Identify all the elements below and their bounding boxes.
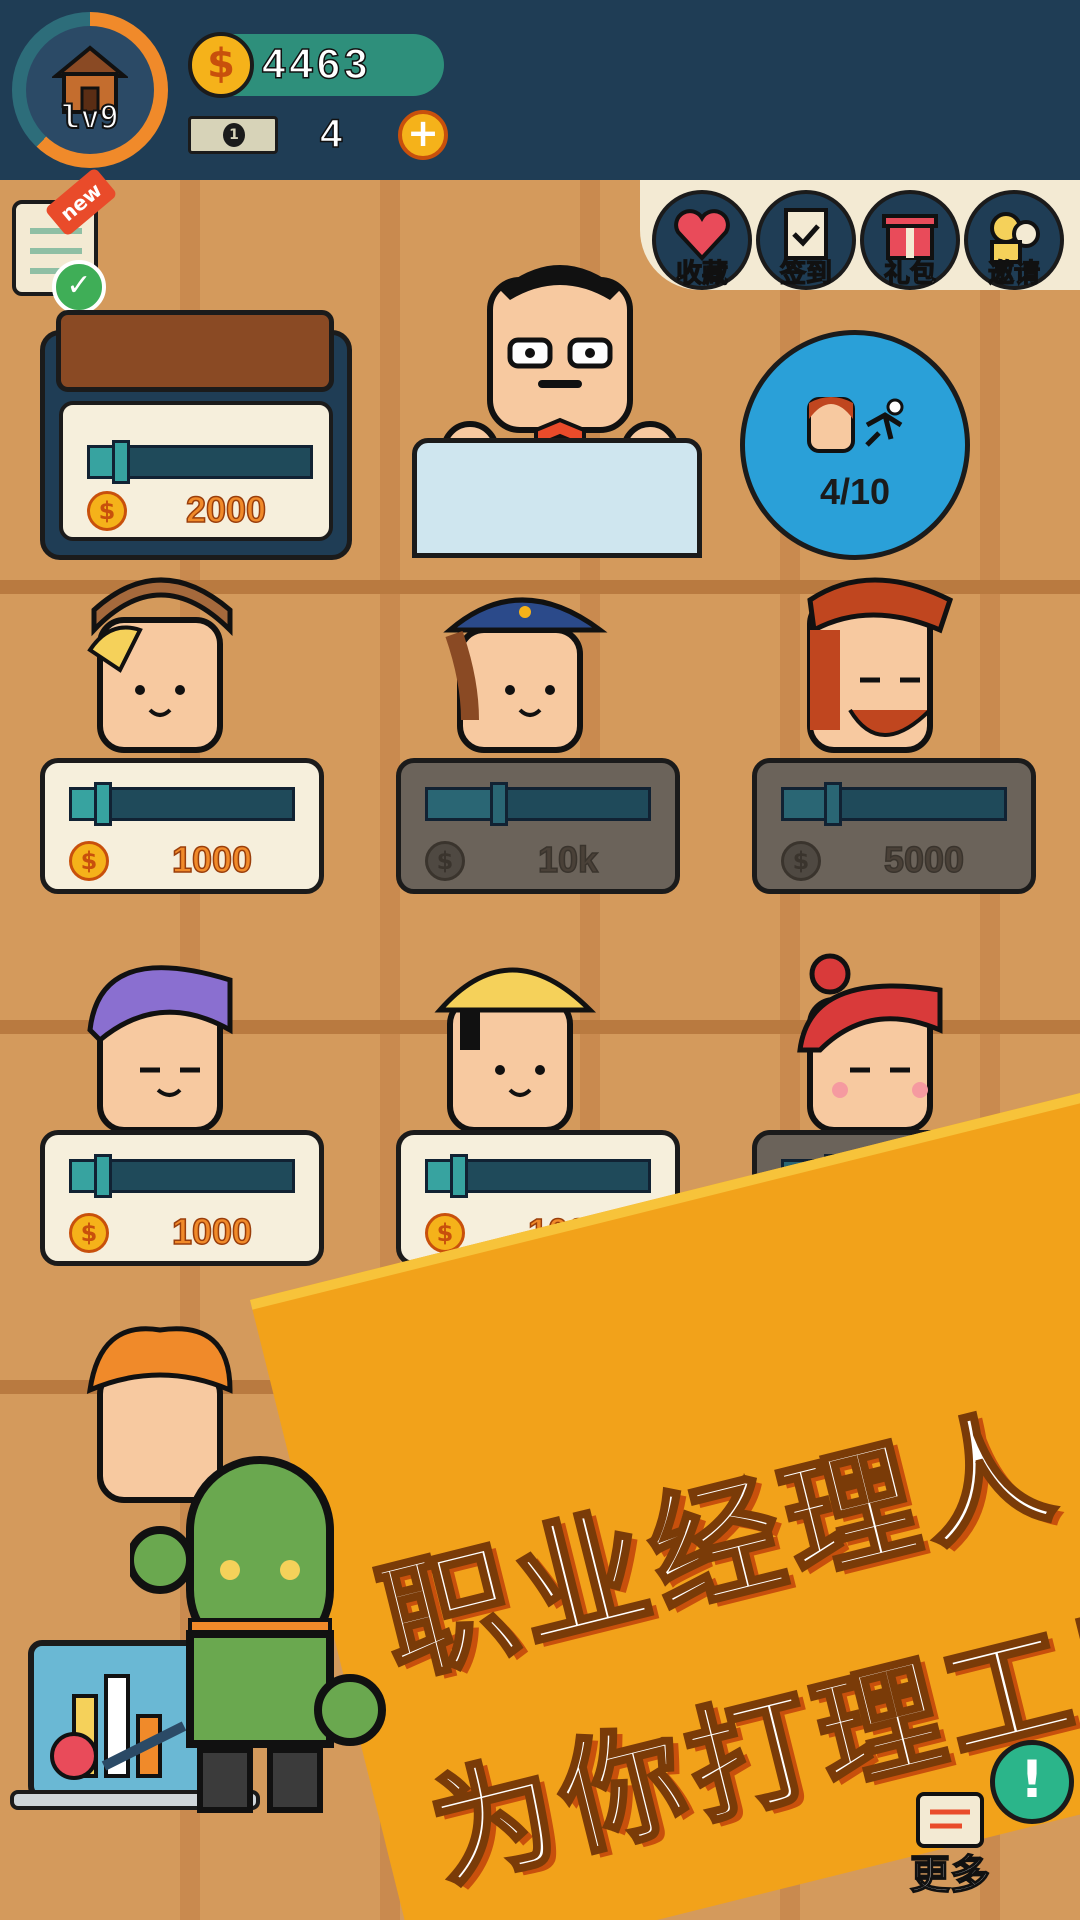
nav-label: 礼包 (883, 258, 936, 289)
progress-knob (823, 782, 842, 826)
progress-fill (428, 790, 494, 818)
level-label: lv9 (60, 97, 120, 137)
red-hair-character (797, 953, 943, 1133)
worker-progress-bar (69, 1154, 295, 1198)
coin-value: 4463 (261, 39, 372, 88)
worker-card-purple-hair[interactable]: $ 1000 (40, 1130, 324, 1266)
coin-icon: $ (188, 32, 254, 98)
police-character (443, 597, 608, 753)
progress-knob (489, 782, 508, 826)
bearded-character (807, 577, 954, 753)
chest-lid (56, 310, 334, 392)
purple-hair-character (87, 965, 233, 1133)
more-button[interactable]: 更多 (900, 1790, 1000, 1900)
coin-icon: $ (87, 491, 127, 531)
checkin-button[interactable]: 签到 (756, 190, 856, 290)
worker-progress-bar (69, 782, 295, 826)
nav-label: 签到 (779, 258, 832, 289)
boss-desk[interactable] (412, 438, 702, 558)
robot-manager-character (130, 1456, 386, 1813)
nav-label: 邀请 (987, 258, 1040, 289)
gift-button[interactable]: 礼包 (860, 190, 960, 290)
builder-character (434, 967, 597, 1133)
more-label: 更多 (909, 1851, 991, 1899)
coin-icon: $ (781, 841, 821, 881)
chest-progress-bar (87, 440, 313, 484)
add-cash-button[interactable]: + (398, 110, 448, 160)
top-header: lv9 $ 4463 1 4 + (0, 0, 1080, 180)
worker-progress-bar (781, 782, 1007, 826)
check-icon: ✓ (52, 260, 106, 314)
coin-icon: $ (69, 841, 109, 881)
bubble-progress-text: 4/10 (819, 471, 891, 512)
coin-icon: $ (69, 1213, 109, 1253)
alert-button[interactable]: ! (990, 1740, 1074, 1824)
cash-bill-symbol: 1 (223, 123, 245, 147)
level-badge: lv9 (26, 26, 154, 154)
progress-fill (784, 790, 828, 818)
worker-progress-bar (425, 782, 651, 826)
worker-card-detective[interactable]: $ 1000 (40, 758, 324, 894)
chest-panel: $ 2000 (59, 401, 333, 541)
worker-card-bearded[interactable]: $ 5000 (752, 758, 1036, 894)
cash-bill-icon: 1 (188, 116, 278, 154)
progress-knob (94, 782, 112, 826)
worker-progress-bar (425, 1154, 651, 1198)
progress-knob (112, 440, 130, 484)
running-worker-icon (807, 397, 904, 453)
boss-character (441, 265, 679, 470)
more-scroll-icon (916, 1792, 984, 1848)
list-line (30, 248, 82, 254)
worker-progress-bubble[interactable]: 4/10 (740, 330, 970, 560)
progress-knob (450, 1154, 468, 1198)
hire-price: 5000 (883, 838, 965, 881)
progress-knob (94, 1154, 112, 1198)
cash-value: 4 (319, 111, 343, 157)
detective-character (87, 577, 233, 753)
hire-price: 1000 (171, 838, 253, 881)
invite-button[interactable]: 邀请 (964, 190, 1064, 290)
hire-price: 10k (537, 838, 599, 881)
hire-price: 1000 (171, 1210, 253, 1253)
level-progress-ring[interactable]: lv9 (12, 12, 168, 168)
chest-price: 2000 (185, 488, 267, 531)
coin-icon: $ (425, 841, 465, 881)
worker-card-police[interactable]: $ 10k (396, 758, 680, 894)
